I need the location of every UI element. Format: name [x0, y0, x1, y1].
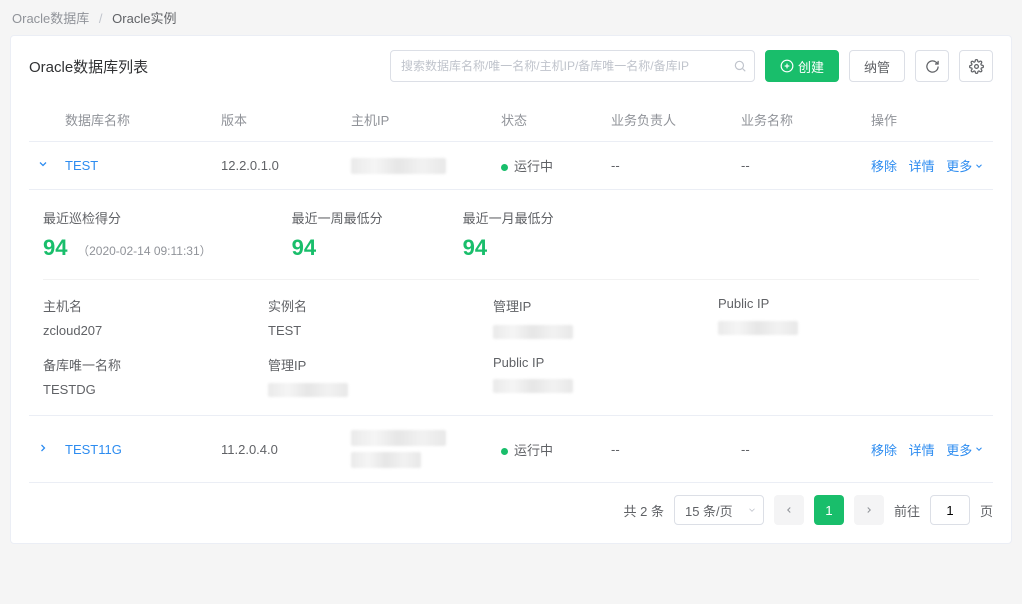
- detail-panel: 最近巡检得分 94 （2020-02-14 09:11:31） 最近一周最低分 …: [29, 190, 993, 415]
- page-number-button[interactable]: 1: [814, 495, 844, 525]
- public-ip-label2: Public IP: [493, 355, 658, 370]
- col-name: 数据库名称: [57, 96, 213, 142]
- detail-link[interactable]: 详情: [909, 443, 935, 458]
- detail-link[interactable]: 详情: [909, 159, 935, 174]
- pagination-total: 共 2 条: [624, 501, 664, 520]
- instance-label: 实例名: [268, 296, 433, 315]
- search-box[interactable]: [390, 50, 755, 82]
- goto-prefix: 前往: [894, 501, 920, 520]
- expand-toggle[interactable]: [37, 158, 49, 170]
- db-owner: --: [603, 142, 733, 190]
- plus-icon: [780, 59, 794, 73]
- public-ip-value: [718, 319, 883, 335]
- mgmt-ip-label2: 管理IP: [268, 355, 433, 374]
- chevron-right-icon: [864, 505, 874, 515]
- more-link[interactable]: 更多: [946, 156, 984, 175]
- score-week-value: 94: [292, 235, 316, 261]
- public-ip-label: Public IP: [718, 296, 883, 311]
- chevron-down-icon: [974, 161, 984, 171]
- chevron-down-icon: [974, 444, 984, 454]
- gear-icon: [969, 59, 984, 74]
- col-actions: 操作: [863, 96, 993, 142]
- main-panel: Oracle数据库列表 创建 纳管: [10, 35, 1012, 544]
- standby-label: 备库唯一名称: [43, 355, 208, 374]
- col-version: 版本: [213, 96, 343, 142]
- public-ip-value2: [493, 378, 658, 394]
- db-name-link[interactable]: TEST11G: [65, 442, 122, 457]
- score-month-label: 最近一月最低分: [463, 208, 554, 227]
- score-recent-value: 94: [43, 235, 67, 261]
- table-header-row: 数据库名称 版本 主机IP 状态 业务负责人 业务名称 操作: [29, 96, 993, 142]
- col-biz-name: 业务名称: [733, 96, 863, 142]
- prev-page-button[interactable]: [774, 495, 804, 525]
- breadcrumb-current: Oracle实例: [112, 11, 176, 26]
- db-version: 11.2.0.4.0: [213, 416, 343, 483]
- db-host-ip: [343, 416, 493, 483]
- create-button-label: 创建: [798, 57, 824, 76]
- db-biz: --: [733, 142, 863, 190]
- host-label: 主机名: [43, 296, 208, 315]
- standby-value: TESTDG: [43, 382, 208, 397]
- remove-link[interactable]: 移除: [871, 443, 897, 458]
- col-host-ip: 主机IP: [343, 96, 493, 142]
- row-actions: 移除 详情 更多: [863, 142, 993, 190]
- db-biz: --: [733, 416, 863, 483]
- create-button[interactable]: 创建: [765, 50, 839, 82]
- breadcrumb: Oracle数据库 / Oracle实例: [0, 0, 1022, 35]
- page-title: Oracle数据库列表: [29, 56, 380, 77]
- db-status: 运行中: [493, 416, 603, 483]
- db-status: 运行中: [493, 142, 603, 190]
- expand-toggle[interactable]: [37, 442, 49, 454]
- panel-header: Oracle数据库列表 创建 纳管: [11, 36, 1011, 96]
- db-version: 12.2.0.1.0: [213, 142, 343, 190]
- host-value: zcloud207: [43, 323, 208, 338]
- more-link[interactable]: 更多: [946, 440, 984, 459]
- refresh-button[interactable]: [915, 50, 949, 82]
- row-actions: 移除 详情 更多: [863, 416, 993, 483]
- chevron-down-icon: [747, 505, 757, 515]
- status-dot-icon: [501, 164, 508, 171]
- manage-button-label: 纳管: [864, 57, 890, 76]
- page-size-label: 15 条/页: [685, 501, 733, 520]
- table-row: TEST11G 11.2.0.4.0 运行中 -- -- 移除 详情 更多: [29, 416, 993, 483]
- status-dot-icon: [501, 448, 508, 455]
- mgmt-ip-value: [493, 323, 658, 339]
- score-week-label: 最近一周最低分: [292, 208, 383, 227]
- db-name-link[interactable]: TEST: [65, 158, 98, 173]
- remove-link[interactable]: 移除: [871, 159, 897, 174]
- instance-value: TEST: [268, 323, 433, 338]
- breadcrumb-separator: /: [99, 11, 103, 26]
- refresh-icon: [925, 59, 940, 74]
- goto-suffix: 页: [980, 501, 993, 520]
- table-container: 数据库名称 版本 主机IP 状态 业务负责人 业务名称 操作: [11, 96, 1011, 543]
- page-size-select[interactable]: 15 条/页: [674, 495, 764, 525]
- score-recent-label: 最近巡检得分: [43, 208, 212, 227]
- mgmt-ip-label: 管理IP: [493, 296, 658, 315]
- score-recent-ts: （2020-02-14 09:11:31）: [77, 244, 212, 258]
- manage-button[interactable]: 纳管: [849, 50, 905, 82]
- db-owner: --: [603, 416, 733, 483]
- search-input[interactable]: [390, 50, 755, 82]
- mgmt-ip-value2: [268, 382, 433, 398]
- db-host-ip: [343, 142, 493, 190]
- goto-page-input[interactable]: [930, 495, 970, 525]
- pagination: 共 2 条 15 条/页 1 前往 页: [29, 483, 993, 529]
- chevron-left-icon: [784, 505, 794, 515]
- settings-button[interactable]: [959, 50, 993, 82]
- col-status: 状态: [493, 96, 603, 142]
- breadcrumb-parent[interactable]: Oracle数据库: [12, 11, 89, 26]
- table-row: TEST 12.2.0.1.0 运行中 -- -- 移除 详情 更多: [29, 142, 993, 190]
- score-month-value: 94: [463, 235, 487, 261]
- database-table: 数据库名称 版本 主机IP 状态 业务负责人 业务名称 操作: [29, 96, 993, 483]
- col-owner: 业务负责人: [603, 96, 733, 142]
- next-page-button[interactable]: [854, 495, 884, 525]
- expanded-detail-row: 最近巡检得分 94 （2020-02-14 09:11:31） 最近一周最低分 …: [29, 190, 993, 416]
